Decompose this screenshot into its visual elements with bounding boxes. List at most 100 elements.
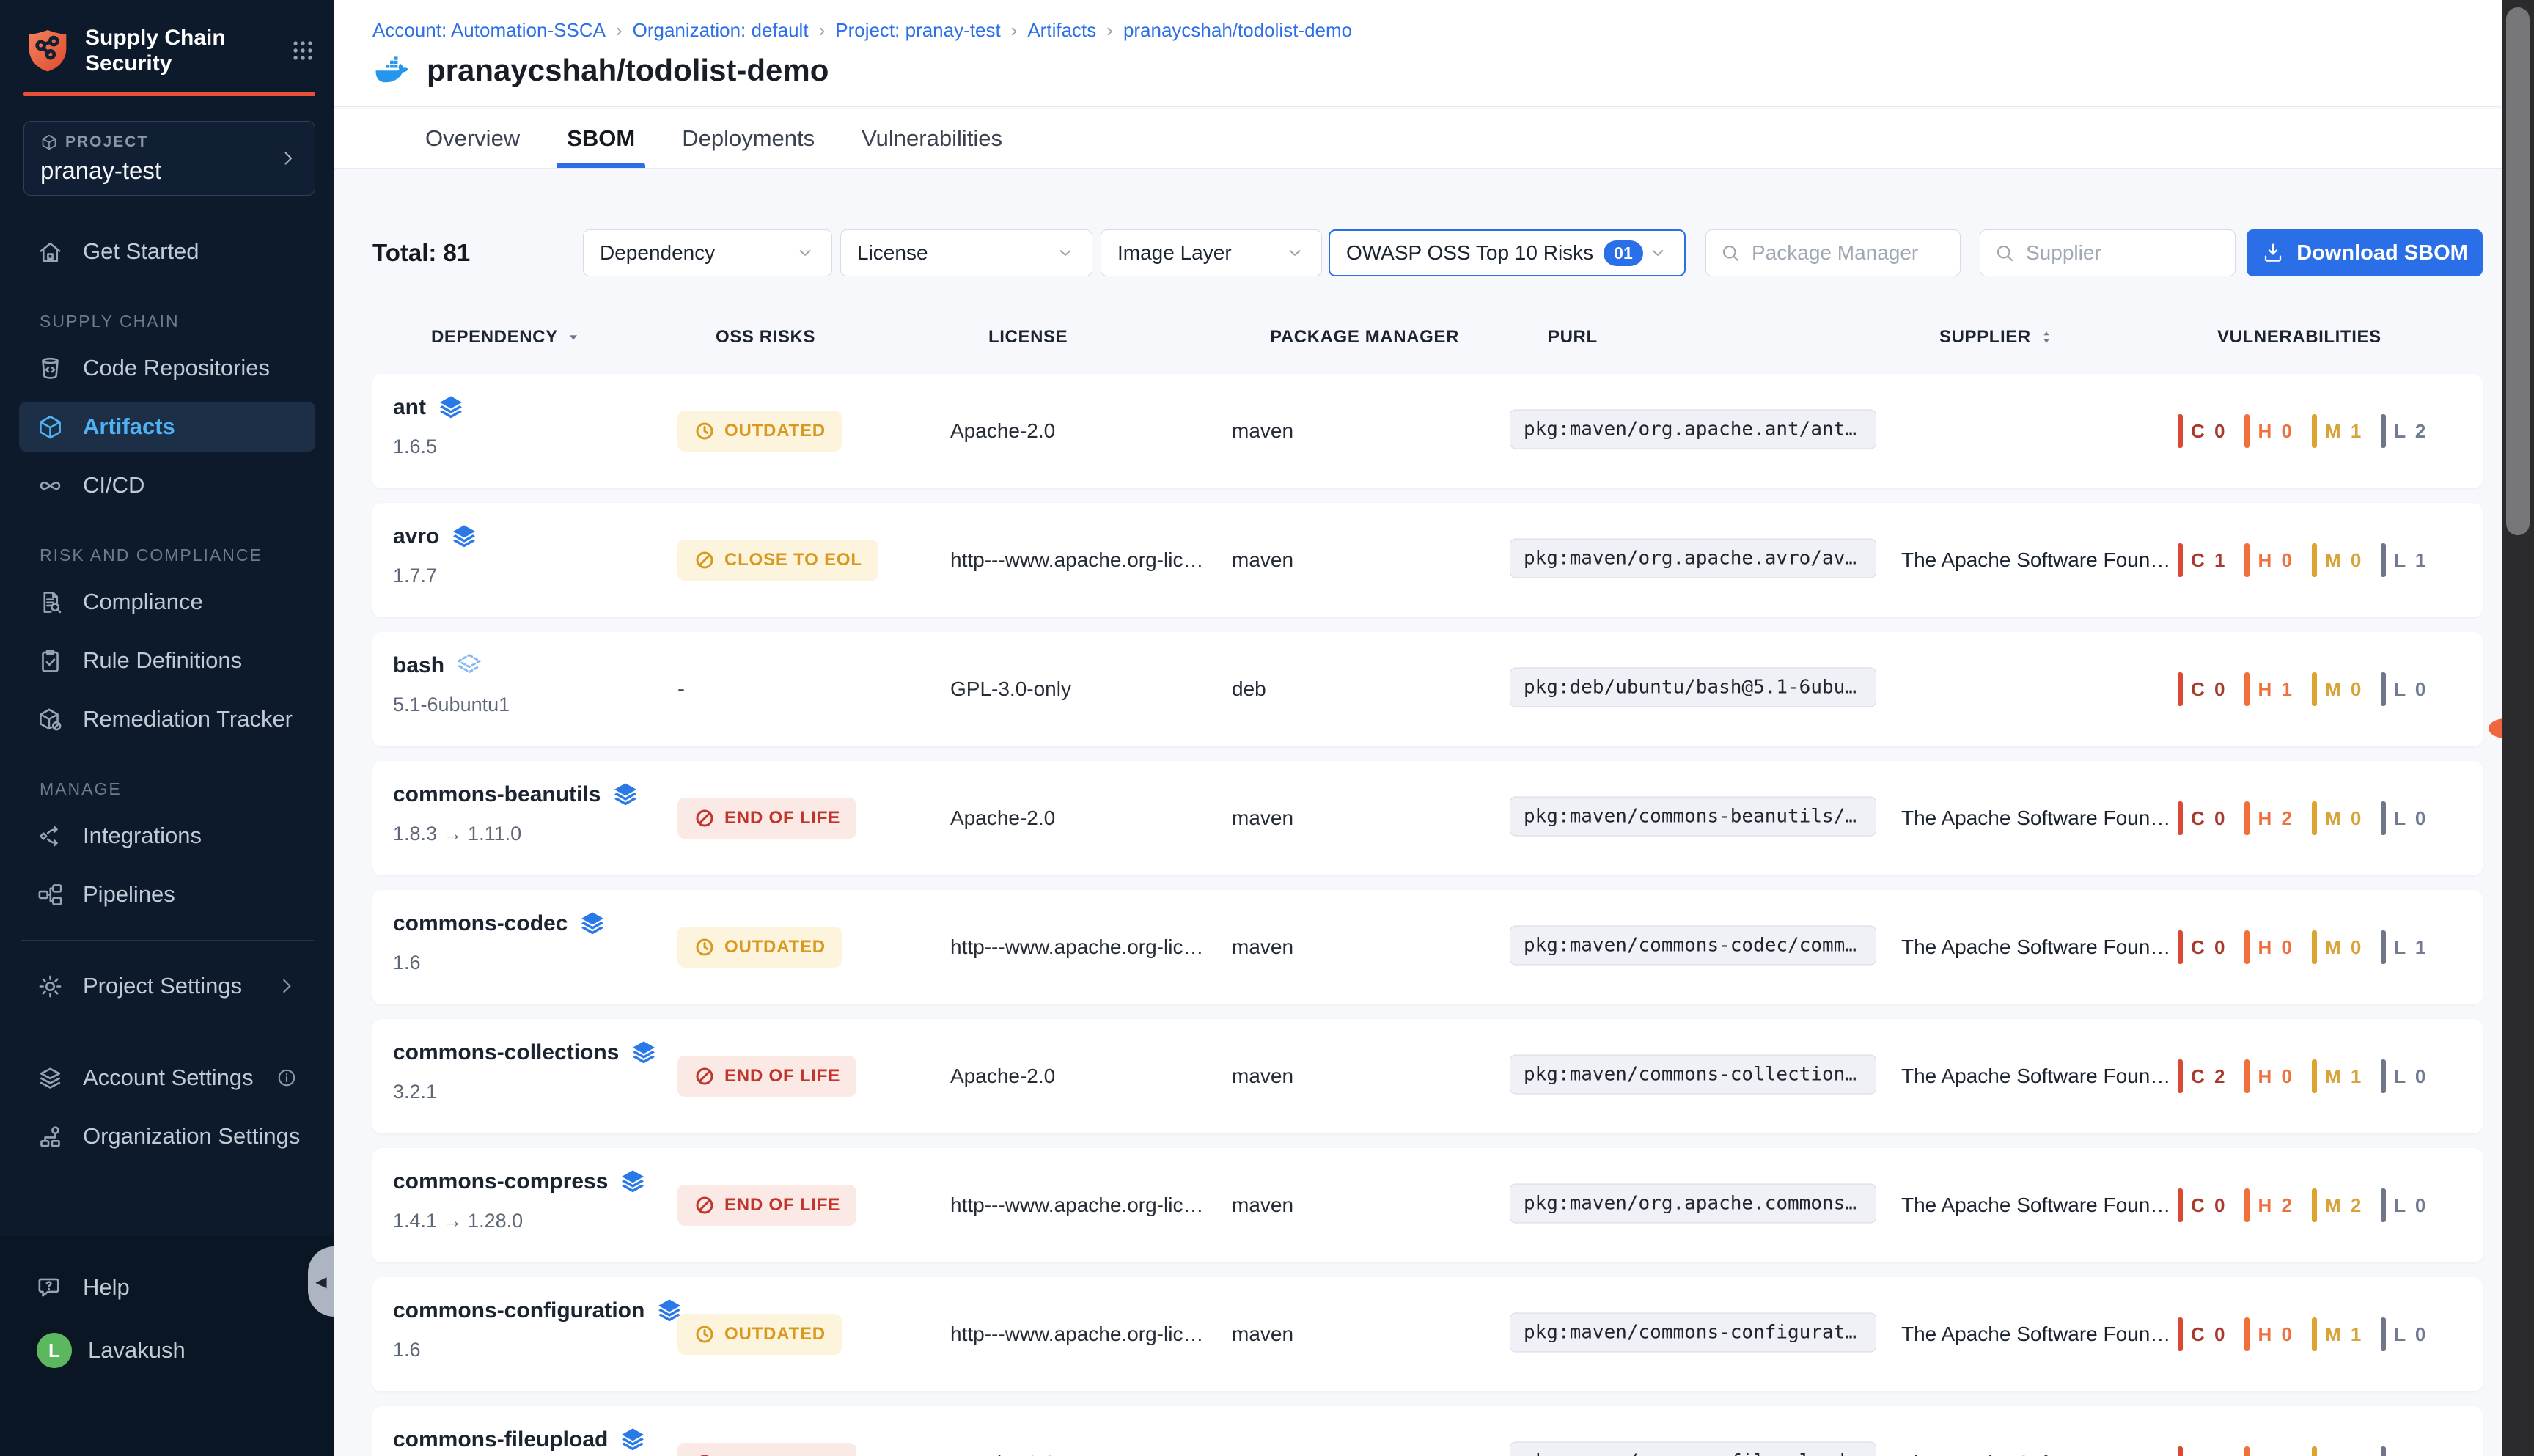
package-manager-search-input[interactable] — [1752, 241, 1947, 265]
purl-pill[interactable]: pkg:maven/org.apache.ant/ant@1.6… — [1510, 410, 1876, 449]
breadcrumb-link-organization-default[interactable]: Organization: default — [633, 19, 809, 42]
filter-dependency[interactable]: Dependency — [583, 229, 832, 276]
sidebar-item-remediation-tracker[interactable]: Remediation Tracker — [19, 694, 315, 744]
scrollbar-thumb[interactable] — [2506, 7, 2530, 535]
severity-bar — [2381, 801, 2386, 835]
sidebar-item-account-settings[interactable]: Account Settings — [19, 1053, 315, 1103]
app-switcher-grid-icon[interactable] — [290, 38, 315, 63]
column-header-supplier[interactable]: SUPPLIER — [1939, 320, 2054, 355]
severity-count: C 1 — [2191, 1452, 2227, 1456]
purl-pill[interactable]: pkg:maven/commons-codec/commons-… — [1510, 926, 1876, 966]
dependency-name: commons-fileupload — [393, 1427, 608, 1452]
package-manager-value: maven — [1232, 806, 1293, 830]
breadcrumb-link-artifacts[interactable]: Artifacts — [1027, 19, 1096, 42]
tab-vulnerabilities[interactable]: Vulnerabilities — [857, 109, 1007, 168]
license-value: Apache-2.0 — [950, 1065, 1055, 1088]
breadcrumb-link-pranaycshah-todolist-demo[interactable]: pranaycshah/todolist-demo — [1123, 19, 1352, 42]
dependency-version: 3.2.1 — [393, 1081, 437, 1103]
supplier-value: The Apache Software Foun… — [1901, 1452, 2170, 1456]
slash-icon — [694, 1452, 716, 1456]
project-label: PROJECT — [65, 133, 148, 151]
table-row-commons-beanutils[interactable]: commons-beanutils 1.8.3 → 1.11.0 END OF … — [372, 761, 2483, 875]
filter-license[interactable]: License — [840, 229, 1092, 276]
filter-owasp-oss-top-10-risks[interactable]: OWASP OSS Top 10 Risks01 — [1329, 229, 1686, 276]
severity-bar — [2178, 801, 2183, 835]
purl-pill[interactable]: pkg:deb/ubuntu/bash@5.1-6ubuntu1 — [1510, 668, 1876, 707]
filter-image-layer[interactable]: Image Layer — [1101, 229, 1322, 276]
severity-bar — [2178, 672, 2183, 706]
oss-risk-badge-end-of-life: END OF LIFE — [677, 1185, 856, 1226]
severity-bar — [2312, 543, 2317, 577]
vulnerability-counts: C 0H 0M 1L 2 — [2178, 414, 2428, 448]
column-header-dependency[interactable]: DEPENDENCY — [431, 320, 581, 355]
sidebar-item-organization-settings[interactable]: Organization Settings — [19, 1111, 315, 1161]
column-label: LICENSE — [988, 327, 1068, 348]
oss-risk-label: OUTDATED — [724, 937, 826, 957]
severity-count: L 0 — [2394, 1065, 2428, 1088]
severity-count: M 0 — [2325, 549, 2363, 572]
purl-pill[interactable]: pkg:maven/commons-collections/co… — [1510, 1055, 1876, 1095]
tab-deployments[interactable]: Deployments — [677, 109, 819, 168]
table-row-commons-fileupload[interactable]: commons-fileupload END OF LIFE Apache-2.… — [372, 1406, 2483, 1456]
table-row-ant[interactable]: ant 1.6.5 OUTDATED Apache-2.0 maven pkg:… — [372, 374, 2483, 488]
doc-search-icon — [37, 589, 64, 616]
table-row-commons-codec[interactable]: commons-codec 1.6 OUTDATED http---www.ap… — [372, 890, 2483, 1004]
dependency-name: commons-codec — [393, 911, 568, 936]
vulnerability-counts: C 0H 2M 2L 0 — [2178, 1188, 2428, 1222]
sidebar-item-rule-definitions[interactable]: Rule Definitions — [19, 636, 315, 685]
sidebar-section-heading-supply-chain: SUPPLY CHAIN — [40, 312, 315, 331]
sidebar-item-integrations[interactable]: Integrations — [19, 811, 315, 861]
download-sbom-button[interactable]: Download SBOM — [2247, 229, 2483, 276]
breadcrumb: Account: Automation-SSCA›Organization: d… — [372, 19, 1352, 42]
sidebar-item-pipelines[interactable]: Pipelines — [19, 869, 315, 919]
sidebar-item-help[interactable]: Help — [19, 1262, 315, 1312]
sidebar-item-get-started[interactable]: Get Started — [19, 227, 315, 276]
table-row-commons-configuration[interactable]: commons-configuration 1.6 OUTDATED http-… — [372, 1277, 2483, 1391]
scrollbar-track[interactable] — [2502, 0, 2534, 1456]
severity-bar — [2244, 801, 2250, 835]
sidebar-item-project-settings[interactable]: Project Settings — [19, 961, 315, 1011]
purl-pill[interactable]: pkg:maven/commons-fileupload/com… — [1510, 1442, 1876, 1456]
oss-risk-badge-outdated: OUTDATED — [677, 1314, 842, 1355]
breadcrumb-link-project-pranay-test[interactable]: Project: pranay-test — [835, 19, 1000, 42]
org-icon — [37, 1123, 64, 1150]
purl-pill[interactable]: pkg:maven/commons-beanutils/comm… — [1510, 797, 1876, 837]
sidebar-item-artifacts[interactable]: Artifacts — [19, 402, 315, 452]
breadcrumb-link-account-automation-ssca[interactable]: Account: Automation-SSCA — [372, 19, 606, 42]
table-row-commons-compress[interactable]: commons-compress 1.4.1 → 1.28.0 END OF L… — [372, 1148, 2483, 1262]
severity-bar — [2178, 1188, 2183, 1222]
sidebar-item-compliance[interactable]: Compliance — [19, 577, 315, 627]
column-label: SUPPLIER — [1939, 327, 2031, 348]
supplier-search-input[interactable] — [2026, 241, 2222, 265]
severity-bar — [2381, 1317, 2386, 1351]
severity-count: C 0 — [2191, 420, 2227, 443]
purl-pill[interactable]: pkg:maven/org.apache.avro/avro@1… — [1510, 539, 1876, 578]
sidebar-footer: Help L Lavakush — [0, 1236, 334, 1456]
info-icon[interactable] — [276, 1067, 298, 1089]
severity-bar — [2178, 1059, 2183, 1093]
severity-bar — [2178, 414, 2183, 448]
chevron-right-icon — [278, 148, 298, 169]
clipboard-check-icon — [37, 647, 64, 674]
severity-bar — [2312, 1317, 2317, 1351]
sidebar-section-heading-risk-and-compliance: RISK AND COMPLIANCE — [40, 545, 315, 565]
purl-pill[interactable]: pkg:maven/commons-configuration/… — [1510, 1313, 1876, 1353]
sidebar-item-label: Project Settings — [83, 973, 242, 999]
license-value: http---www.apache.org-lice… — [950, 935, 1214, 959]
severity-bar — [2244, 1317, 2250, 1351]
sidebar-item-user[interactable]: L Lavakush — [19, 1326, 315, 1375]
tab-overview[interactable]: Overview — [421, 109, 524, 168]
project-selector[interactable]: PROJECT pranay-test — [23, 121, 315, 196]
table-row-bash[interactable]: bash 5.1-6ubuntu1 - GPL-3.0-only deb pkg… — [372, 632, 2483, 746]
vulnerability-counts: C 0H 2M 0L 0 — [2178, 801, 2428, 835]
table-row-commons-collections[interactable]: commons-collections 3.2.1 END OF LIFE Ap… — [372, 1019, 2483, 1133]
table-row-avro[interactable]: avro 1.7.7 CLOSE TO EOL http---www.apach… — [372, 503, 2483, 617]
severity-count: M 1 — [2325, 1323, 2363, 1346]
tab-sbom[interactable]: SBOM — [562, 109, 639, 168]
sidebar-item-label: Get Started — [83, 238, 199, 265]
vulnerability-counts: C 0H 0M 0L 1 — [2178, 930, 2428, 964]
purl-pill[interactable]: pkg:maven/org.apache.commons/com… — [1510, 1184, 1876, 1224]
sidebar-item-ci-cd[interactable]: CI/CD — [19, 460, 315, 510]
sidebar-item-code-repositories[interactable]: Code Repositories — [19, 343, 315, 393]
oss-risk-cell: OUTDATED — [677, 1314, 842, 1355]
